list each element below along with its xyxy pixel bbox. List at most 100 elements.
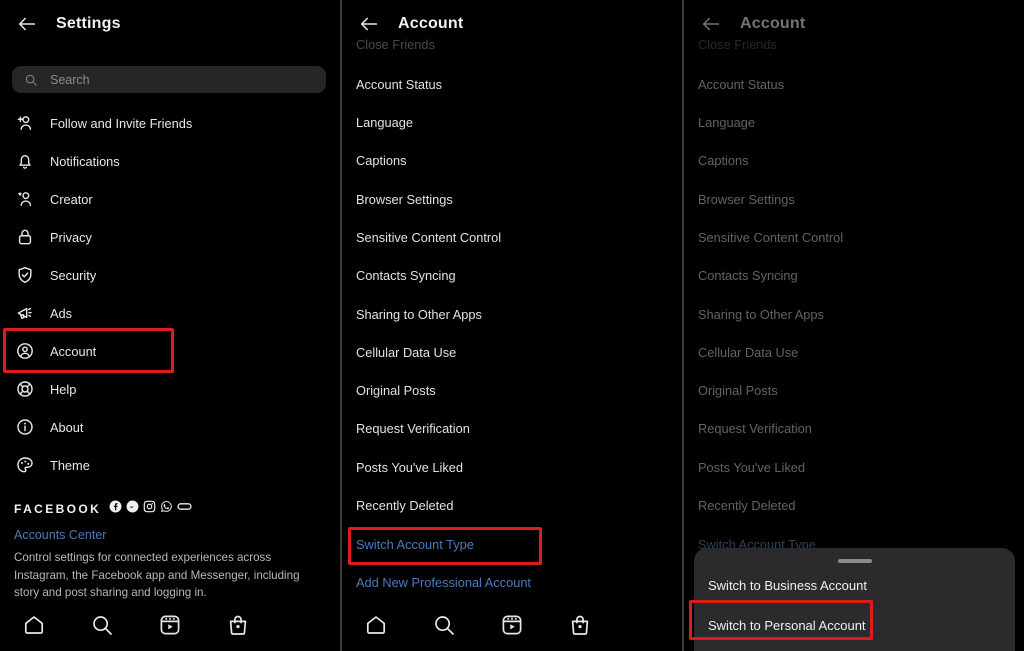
list-item-posts-youve-liked[interactable]: Posts You've Liked [684,454,1024,480]
list-item-sharing-to-other-apps[interactable]: Sharing to Other Apps [342,301,683,327]
panel-account: Account Close Friends Account Status Lan… [342,0,683,651]
sidebar-item-label: Follow and Invite Friends [50,115,193,131]
search-placeholder: Search [50,72,90,87]
sidebar-item-label: Ads [50,305,73,321]
shop-icon[interactable] [546,613,614,637]
sheet-option-label: Switch to Business Account [708,577,867,593]
bottom-nav-bar [342,605,683,645]
list-item-label: Recently Deleted [698,497,796,513]
sidebar-item-label: Security [50,267,97,283]
settings-header: Settings [0,0,341,48]
list-item-label: Browser Settings [698,191,795,207]
list-item-label: Original Posts [356,382,436,398]
list-item-label: Close Friends [356,38,435,51]
home-icon[interactable] [0,613,68,637]
panel-settings: Settings Search Follow and Invite Friend… [0,0,341,651]
list-item-language[interactable]: Language [342,109,683,135]
back-arrow-icon[interactable] [698,11,724,37]
home-icon[interactable] [342,613,410,637]
list-item-recently-deleted[interactable]: Recently Deleted [342,492,683,518]
search-icon[interactable] [410,613,478,637]
shop-icon[interactable] [204,613,272,637]
sidebar-item-security[interactable]: Security [0,260,341,290]
list-item-posts-youve-liked[interactable]: Posts You've Liked [342,454,683,480]
sidebar-item-notifications[interactable]: Notifications [0,146,341,176]
panel-divider [682,0,684,651]
list-item-label: Sensitive Content Control [698,229,844,245]
list-item-label: Sensitive Content Control [356,229,502,245]
lifebuoy-icon [14,378,36,400]
lock-icon [14,226,36,248]
list-item-label: Sharing to Other Apps [356,306,482,322]
sheet-option-switch-to-business-account[interactable]: Switch to Business Account [694,570,1015,600]
list-item-sharing-to-other-apps[interactable]: Sharing to Other Apps [684,301,1024,327]
list-item-language[interactable]: Language [684,109,1024,135]
list-item-label: Sharing to Other Apps [698,306,824,322]
list-item-browser-settings[interactable]: Browser Settings [342,186,683,212]
list-item-label: Cellular Data Use [356,344,457,360]
list-item-recently-deleted[interactable]: Recently Deleted [684,492,1024,518]
list-item-add-new-professional-account[interactable]: Add New Professional Account [342,569,683,595]
portal-icon [177,500,192,518]
sidebar-item-help[interactable]: Help [0,374,341,404]
panel-account-sheet: Account Close Friends Account Status Lan… [684,0,1024,651]
sidebar-item-label: Help [50,381,77,397]
sidebar-item-ads[interactable]: Ads [0,298,341,328]
page-title: Account [398,15,464,32]
drag-handle[interactable] [837,559,872,563]
list-item-close-friends[interactable]: Close Friends [684,38,1024,51]
megaphone-icon [14,302,36,324]
list-item-browser-settings[interactable]: Browser Settings [684,186,1024,212]
back-arrow-icon[interactable] [356,11,382,37]
list-item-original-posts[interactable]: Original Posts [684,377,1024,403]
list-item-account-status[interactable]: Account Status [684,71,1024,97]
list-item-label: Close Friends [698,38,777,51]
sidebar-item-label: About [50,419,84,435]
list-item-captions[interactable]: Captions [684,147,1024,173]
instagram-icon [143,500,156,518]
accounts-center-link[interactable]: Accounts Center [14,528,106,542]
list-item-cellular-data-use[interactable]: Cellular Data Use [684,339,1024,365]
palette-icon [14,454,36,476]
search-icon[interactable] [68,613,136,637]
sidebar-item-label: Privacy [50,229,92,245]
reels-icon[interactable] [478,613,546,637]
list-item-sensitive-content-control[interactable]: Sensitive Content Control [342,224,683,250]
list-item-close-friends[interactable]: Close Friends [342,38,683,51]
list-item-sensitive-content-control[interactable]: Sensitive Content Control [684,224,1024,250]
star-person-icon [14,188,36,210]
sidebar-item-follow-and-invite-friends[interactable]: Follow and Invite Friends [0,108,341,138]
bell-icon [14,150,36,172]
list-item-original-posts[interactable]: Original Posts [342,377,683,403]
reels-icon[interactable] [136,613,204,637]
list-item-label: Request Verification [356,420,470,436]
back-arrow-icon[interactable] [14,11,40,37]
sidebar-item-privacy[interactable]: Privacy [0,222,341,252]
list-item-label: Posts You've Liked [356,459,464,475]
list-item-label: Language [698,114,755,130]
facebook-brand-row: FACEBOOK [14,500,192,518]
info-circle-icon [14,416,36,438]
list-item-cellular-data-use[interactable]: Cellular Data Use [342,339,683,365]
list-item-label: Account Status [356,76,443,92]
highlight-box-switch-to-personal-account [689,600,873,640]
list-item-captions[interactable]: Captions [342,147,683,173]
sidebar-item-creator[interactable]: Creator [0,184,341,214]
sidebar-item-theme[interactable]: Theme [0,450,341,480]
list-item-contacts-syncing[interactable]: Contacts Syncing [684,262,1024,288]
facebook-app-icons [109,500,192,518]
facebook-description: Control settings for connected experienc… [14,551,300,599]
list-item-label: Add New Professional Account [356,574,531,590]
sidebar-item-label: Creator [50,191,93,207]
sidebar-item-label: Theme [50,457,90,473]
search-input[interactable]: Search [12,66,326,93]
bottom-nav-bar [0,605,341,645]
list-item-contacts-syncing[interactable]: Contacts Syncing [342,262,683,288]
list-item-request-verification[interactable]: Request Verification [342,415,683,441]
list-item-label: Account Status [698,76,785,92]
sidebar-item-label: Notifications [50,153,120,169]
list-item-account-status[interactable]: Account Status [342,71,683,97]
list-item-request-verification[interactable]: Request Verification [684,415,1024,441]
search-icon [24,73,38,87]
sidebar-item-about[interactable]: About [0,412,341,442]
